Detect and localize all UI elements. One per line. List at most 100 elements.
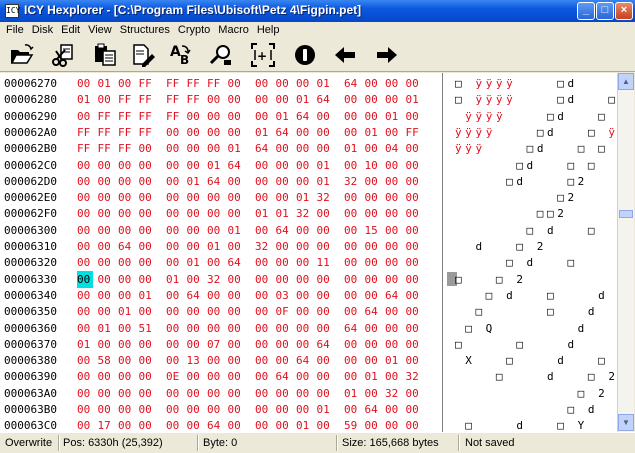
hex-byte[interactable]: 01 (187, 173, 203, 190)
hex-byte[interactable]: 00 (166, 336, 182, 353)
hex-byte[interactable]: 64 (276, 222, 292, 239)
hex-byte[interactable]: 00 (276, 401, 292, 418)
hex-byte[interactable]: 00 (255, 108, 271, 125)
hex-byte[interactable]: 00 (166, 140, 182, 157)
hex-byte[interactable]: 00 (118, 320, 134, 337)
hex-byte[interactable]: 00 (207, 108, 223, 125)
hex-byte[interactable]: 00 (118, 336, 134, 353)
hex-byte[interactable]: 10 (365, 157, 381, 174)
hex-byte[interactable]: 00 (317, 124, 333, 141)
hex-byte[interactable]: 00 (406, 189, 422, 206)
hex-byte[interactable]: 00 (255, 173, 271, 190)
replace-button[interactable] (206, 40, 236, 70)
hex-byte[interactable]: 00 (344, 108, 360, 125)
hex-byte[interactable]: 00 (406, 271, 422, 288)
hex-byte[interactable]: 00 (344, 238, 360, 255)
hex-byte[interactable]: 00 (255, 385, 271, 402)
hex-byte[interactable]: 00 (139, 336, 155, 353)
hex-byte[interactable]: 00 (118, 254, 134, 271)
hex-byte[interactable]: 00 (255, 303, 271, 320)
hex-byte[interactable]: FF (98, 124, 114, 141)
hex-byte[interactable]: 00 (118, 352, 134, 369)
hex-byte[interactable]: 00 (77, 75, 93, 92)
hex-byte[interactable]: FF (166, 108, 182, 125)
hex-byte[interactable]: 00 (77, 401, 93, 418)
hex-byte[interactable]: 00 (139, 352, 155, 369)
hex-byte[interactable]: 00 (385, 368, 401, 385)
hex-byte[interactable]: 00 (406, 140, 422, 157)
hex-byte[interactable]: 00 (317, 140, 333, 157)
hex-byte[interactable]: 00 (385, 157, 401, 174)
hex-byte[interactable]: 00 (207, 140, 223, 157)
hex-byte[interactable]: 00 (344, 368, 360, 385)
hex-byte[interactable]: 00 (296, 271, 312, 288)
hex-byte[interactable]: 00 (385, 254, 401, 271)
hex-byte[interactable]: 0E (166, 368, 182, 385)
hex-byte[interactable]: 00 (207, 124, 223, 141)
hex-byte[interactable]: 00 (406, 352, 422, 369)
hex-byte[interactable]: 00 (98, 205, 114, 222)
hex-byte[interactable]: 01 (385, 108, 401, 125)
hex-byte[interactable]: 00 (187, 189, 203, 206)
hex-byte[interactable]: 00 (166, 238, 182, 255)
menu-view[interactable]: View (84, 22, 116, 38)
hex-byte[interactable]: 00 (296, 222, 312, 239)
hex-byte[interactable]: 01 (255, 205, 271, 222)
hex-byte[interactable]: 00 (98, 222, 114, 239)
hex-byte[interactable]: 00 (276, 271, 292, 288)
hex-byte[interactable]: 64 (296, 352, 312, 369)
hex-byte[interactable]: 00 (207, 222, 223, 239)
hex-byte[interactable]: 00 (77, 320, 93, 337)
hex-byte[interactable]: 58 (98, 352, 114, 369)
hex-byte[interactable]: 01 (344, 385, 360, 402)
hex-byte[interactable]: 00 (385, 320, 401, 337)
hex-byte[interactable]: 00 (77, 189, 93, 206)
hex-byte[interactable]: FF (77, 140, 93, 157)
hex-byte[interactable]: 00 (139, 238, 155, 255)
hex-byte[interactable]: 00 (187, 303, 203, 320)
hex-byte[interactable]: 32 (385, 385, 401, 402)
hex-byte[interactable]: 01 (296, 189, 312, 206)
hex-byte[interactable]: 00 (166, 254, 182, 271)
hex-byte[interactable]: 64 (276, 368, 292, 385)
hex-byte[interactable]: 01 (276, 205, 292, 222)
hex-byte[interactable]: 00 (276, 157, 292, 174)
hex-view[interactable]: 00006270 00 01 00 FF FF FF FF 00 00 00 00 01 64 00 00 00… (0, 73, 443, 432)
hex-byte[interactable]: 01 (207, 238, 223, 255)
hex-byte[interactable]: 00 (296, 140, 312, 157)
hex-byte[interactable]: 00 (228, 124, 244, 141)
hex-byte[interactable]: 00 (406, 385, 422, 402)
hex-byte[interactable]: 64 (255, 140, 271, 157)
hex-byte[interactable]: 00 (365, 320, 381, 337)
hex-byte[interactable]: 00 (317, 108, 333, 125)
hex-byte[interactable]: 00 (276, 238, 292, 255)
hex-byte[interactable]: 00 (228, 417, 244, 432)
hex-byte[interactable]: 00 (406, 254, 422, 271)
hex-byte[interactable]: FF (187, 75, 203, 92)
hex-byte[interactable]: 01 (98, 320, 114, 337)
hex-byte[interactable]: 00 (296, 287, 312, 304)
hex-byte[interactable]: 00 (228, 238, 244, 255)
hex-byte[interactable]: 00 (77, 287, 93, 304)
hex-byte[interactable]: 00 (317, 238, 333, 255)
hex-byte[interactable]: 01 (317, 173, 333, 190)
hex-byte[interactable]: 00 (365, 287, 381, 304)
hex-byte[interactable]: 00 (385, 189, 401, 206)
hex-byte[interactable]: 01 (77, 91, 93, 108)
hex-byte[interactable]: 00 (207, 320, 223, 337)
hex-byte[interactable]: 00 (317, 352, 333, 369)
hex-byte[interactable]: 00 (207, 254, 223, 271)
hex-byte[interactable]: 64 (385, 287, 401, 304)
hex-byte[interactable]: 64 (276, 124, 292, 141)
hex-byte[interactable]: 00 (228, 401, 244, 418)
hex-byte[interactable]: 00 (228, 189, 244, 206)
hex-byte[interactable]: 00 (296, 303, 312, 320)
hex-byte[interactable]: 00 (166, 173, 182, 190)
hex-byte[interactable]: 01 (317, 401, 333, 418)
hex-byte[interactable]: 00 (77, 352, 93, 369)
hex-byte[interactable]: 00 (166, 417, 182, 432)
hex-byte[interactable]: 00 (228, 320, 244, 337)
hex-byte[interactable]: 00 (207, 189, 223, 206)
hex-byte[interactable]: 00 (118, 368, 134, 385)
hex-byte[interactable]: 64 (344, 75, 360, 92)
